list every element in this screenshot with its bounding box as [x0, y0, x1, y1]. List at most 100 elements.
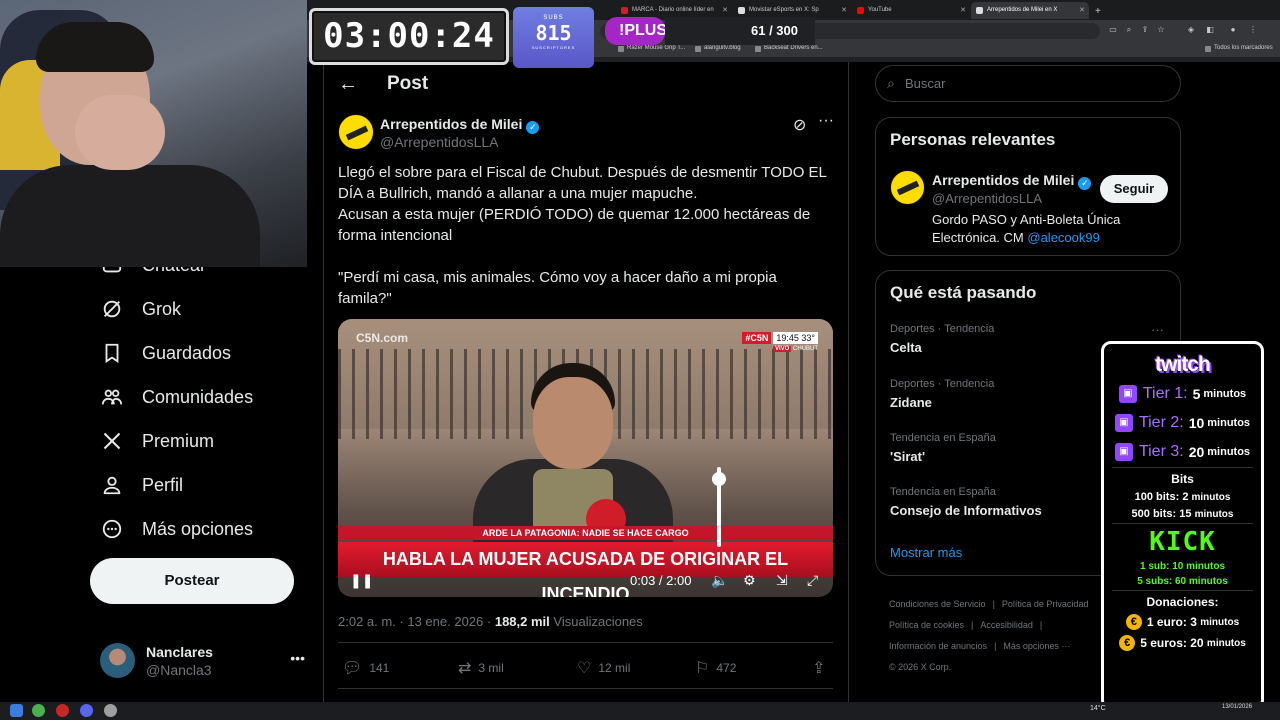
- footer-link[interactable]: Política de Privacidad: [1002, 599, 1089, 609]
- relevant-name[interactable]: Arrepentidos de Milei ✓: [932, 172, 1092, 190]
- volume-slider-handle[interactable]: [712, 472, 726, 486]
- donation-amount: 5 euros:: [1140, 636, 1187, 650]
- extension-icon[interactable]: ◈: [1186, 25, 1196, 35]
- nav-label: Más opciones: [142, 518, 254, 539]
- weather-widget[interactable]: 14°C: [1090, 705, 1106, 712]
- profile-icon[interactable]: ●: [1228, 25, 1238, 35]
- heart-icon: ♡: [577, 660, 592, 677]
- donations-title: Donaciones:: [1146, 595, 1219, 609]
- account-switcher[interactable]: Nanclares @Nancla3 •••: [100, 640, 310, 682]
- footer-link[interactable]: Más opciones ···: [1003, 641, 1070, 651]
- reply-button[interactable]: 💬︎ 141: [342, 658, 389, 678]
- all-bookmarks[interactable]: Todos los marcadores: [1205, 45, 1273, 52]
- communities-icon: [100, 385, 124, 409]
- subathon-panel: twitch ▣ Tier 1: 5 minutos ▣ Tier 2: 10 minuto…: [1101, 341, 1264, 710]
- show-more-link[interactable]: Mostrar más: [890, 545, 962, 560]
- chrome-icon[interactable]: [32, 704, 45, 717]
- discord-icon[interactable]: [80, 704, 93, 717]
- channel-tag: #C5N 19:45 33° VIVO CHUBUT: [742, 332, 818, 352]
- puzzle-icon[interactable]: ◧: [1205, 25, 1215, 35]
- tab-arrepentidos[interactable]: Arrepentidos de Milei en X ✕: [971, 2, 1089, 19]
- author-avatar[interactable]: [338, 114, 374, 150]
- close-tab-icon[interactable]: ✕: [960, 6, 966, 14]
- like-button[interactable]: ♡ 12 mil: [577, 658, 630, 678]
- nav-premium[interactable]: Premium: [100, 426, 214, 456]
- app-icon[interactable]: [104, 704, 117, 717]
- twitch-icon: ▣: [1118, 385, 1137, 403]
- bookmark-item[interactable]: Razer Mouse Grip T...: [618, 45, 685, 52]
- more-icon[interactable]: ···: [818, 112, 834, 130]
- avatar: [100, 643, 135, 678]
- post-date[interactable]: 2:02 a. m. · 13 ene. 2026: [338, 614, 483, 629]
- search-box[interactable]: ⌕ Buscar: [875, 65, 1181, 102]
- post-button[interactable]: Postear: [90, 558, 294, 604]
- views-label: Visualizaciones: [553, 614, 643, 629]
- divider: [1112, 523, 1253, 524]
- follow-button[interactable]: Seguir: [1100, 175, 1168, 203]
- tier-row: ▣ Tier 3: 20 minutos: [1104, 440, 1261, 464]
- broadcast-temp: 33°: [801, 333, 815, 343]
- zoom-icon[interactable]: ⌕: [1124, 25, 1134, 35]
- live-location: CHUBUT: [793, 346, 818, 352]
- post-text: Llegó el sobre para el Fiscal de Chubut.…: [338, 164, 827, 307]
- reply-count: 141: [369, 661, 390, 675]
- share-button[interactable]: ⇪: [812, 658, 832, 678]
- close-tab-icon[interactable]: ✕: [841, 6, 847, 14]
- app-icon[interactable]: [56, 704, 69, 717]
- tier-unit: minutos: [1207, 446, 1251, 458]
- bookmark-item[interactable]: alanguitv.blog: [695, 45, 741, 52]
- settings-icon[interactable]: ⚙: [743, 572, 756, 589]
- bookmark-button[interactable]: ⚐ 472: [695, 658, 736, 678]
- picture-in-picture-icon[interactable]: ⇲: [776, 572, 788, 589]
- views-count: 188,2 mil: [494, 614, 550, 629]
- x-favicon-icon: [976, 7, 983, 14]
- footer-link[interactable]: Accesibilidad: [980, 620, 1033, 630]
- live-tag: VIVO CHUBUT: [742, 346, 818, 352]
- menu-icon[interactable]: ⋮: [1248, 25, 1258, 35]
- repost-button[interactable]: ⇄ 3 mil: [458, 658, 504, 678]
- bio-mention[interactable]: @alecook99: [1027, 230, 1099, 245]
- nav-grok[interactable]: Grok: [100, 294, 181, 324]
- star-icon[interactable]: ☆: [1156, 25, 1166, 35]
- author-name[interactable]: Arrepentidos de Milei ✓: [380, 116, 540, 134]
- share-icon[interactable]: ⇪: [1140, 25, 1150, 35]
- divider: [338, 688, 833, 689]
- grok-icon[interactable]: ⊘: [793, 115, 806, 135]
- nav-perfil[interactable]: Perfil: [100, 470, 183, 500]
- relevant-handle[interactable]: @ArrepentidosLLA: [932, 191, 1042, 206]
- footer-link[interactable]: Información de anuncios: [889, 641, 987, 651]
- back-arrow-icon[interactable]: ←: [338, 73, 358, 96]
- more-icon[interactable]: •••: [290, 650, 305, 666]
- volume-icon[interactable]: 🔈: [711, 572, 728, 589]
- footer-link[interactable]: Condiciones de Servicio: [889, 599, 986, 609]
- donation-unit: minutos: [1206, 637, 1246, 649]
- more-options-icon: [100, 517, 124, 541]
- tab-label: YouTube: [868, 7, 892, 13]
- tab-youtube[interactable]: YouTube ✕: [852, 2, 970, 19]
- windows-start-icon[interactable]: [10, 704, 23, 717]
- author-handle[interactable]: @ArrepentidosLLA: [380, 134, 499, 150]
- video-player[interactable]: C5N.com #C5N 19:45 33° VIVO CHUBUT ARDE L…: [338, 319, 833, 597]
- search-placeholder: Buscar: [905, 76, 946, 91]
- footer-separator: |: [992, 599, 995, 609]
- kick-row: 5 subs: 60 minutos: [1137, 576, 1228, 587]
- relevant-avatar[interactable]: [890, 170, 925, 205]
- nav-mas-opciones[interactable]: Más opciones: [100, 514, 253, 544]
- cast-icon[interactable]: ▭: [1108, 25, 1118, 35]
- nav-comunidades[interactable]: Comunidades: [100, 382, 253, 412]
- clock[interactable]: 13/01/2026: [1222, 704, 1252, 711]
- webcam-hair: [36, 22, 154, 72]
- fullscreen-icon[interactable]: ⤢: [807, 572, 818, 589]
- nav-guardados[interactable]: Guardados: [100, 338, 231, 368]
- new-tab-button[interactable]: +: [1092, 1, 1106, 18]
- donation-row: €1 euro: 3 minutos: [1104, 614, 1261, 630]
- bookmark-item[interactable]: Backseat Drivers en...: [755, 45, 823, 52]
- close-tab-icon[interactable]: ✕: [722, 6, 728, 14]
- divider: [1112, 590, 1253, 591]
- footer-link[interactable]: Política de cookies: [889, 620, 964, 630]
- twitch-logo: twitch: [1155, 353, 1211, 376]
- close-tab-icon[interactable]: ✕: [1079, 6, 1085, 14]
- column-divider: [848, 62, 849, 702]
- nav-label: Comunidades: [142, 386, 254, 407]
- pause-icon[interactable]: ❚❚: [350, 572, 373, 589]
